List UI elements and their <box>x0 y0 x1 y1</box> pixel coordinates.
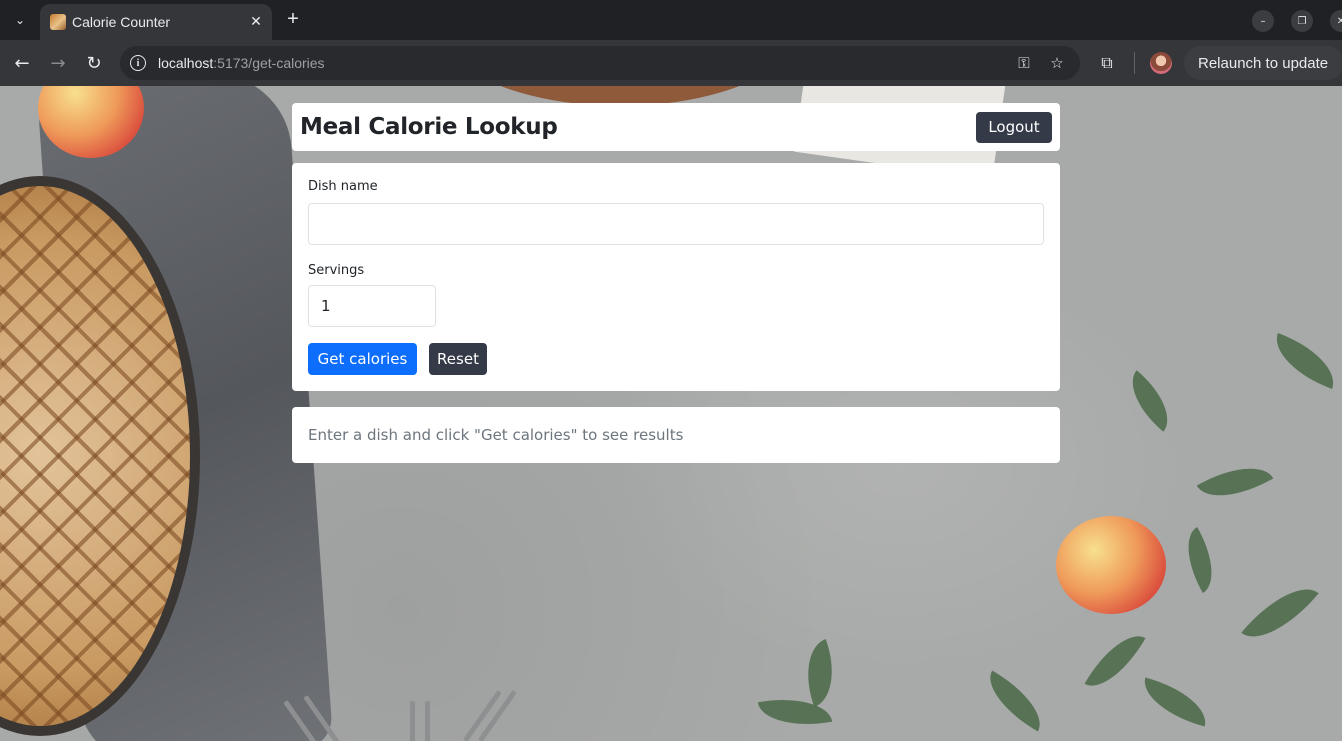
browser-tab-bar: ⌄ Calorie Counter ✕ + – ❐ ✕ <box>0 0 1342 40</box>
password-key-icon[interactable]: ⚿ <box>1015 54 1033 72</box>
url-path: :5173/get-calories <box>213 55 325 71</box>
url-host: localhost <box>158 55 214 71</box>
favicon-icon <box>50 14 66 30</box>
tab-title: Calorie Counter <box>72 14 171 30</box>
background-leaf <box>1117 370 1183 432</box>
tab-close-icon[interactable]: ✕ <box>248 14 264 30</box>
dish-name-label: Dish name <box>308 179 378 194</box>
background-fork <box>425 701 430 741</box>
site-info-icon[interactable]: i <box>130 55 146 71</box>
restore-icon[interactable]: ❐ <box>1291 10 1313 32</box>
background-leaf <box>793 638 847 708</box>
extensions-icon[interactable]: ⧉ <box>1096 52 1118 74</box>
reset-button[interactable]: Reset <box>429 343 487 375</box>
servings-label: Servings <box>308 263 365 278</box>
address-bar[interactable]: i localhost:5173/get-calories ⚿ ☆ <box>120 46 1080 80</box>
logout-button[interactable]: Logout <box>976 111 1052 143</box>
background-leaf <box>1196 450 1274 514</box>
tab-search-icon[interactable]: ⌄ <box>8 8 32 32</box>
background-fork <box>410 701 415 741</box>
new-tab-button[interactable]: + <box>282 8 304 32</box>
background-leaf <box>1137 677 1213 727</box>
background-leaf <box>1241 571 1319 655</box>
minimize-icon[interactable]: – <box>1252 10 1274 32</box>
page-title: Meal Calorie Lookup <box>300 114 558 140</box>
background-leaf <box>1266 333 1342 389</box>
background-leaf <box>1084 623 1146 699</box>
page-viewport: Meal Calorie Lookup Logout Dish name Ser… <box>0 86 1342 741</box>
profile-avatar[interactable] <box>1150 52 1172 74</box>
calorie-form: Dish name Servings Get calories Reset <box>292 163 1060 391</box>
background-leaf <box>977 670 1053 732</box>
toolbar-divider <box>1134 52 1135 74</box>
bookmark-star-icon[interactable]: ☆ <box>1048 54 1066 72</box>
browser-tab[interactable]: Calorie Counter ✕ <box>40 4 272 40</box>
background-leaf <box>1172 527 1228 593</box>
servings-input[interactable] <box>308 285 436 327</box>
forward-icon[interactable]: → <box>46 51 70 75</box>
results-panel: Enter a dish and click "Get calories" to… <box>292 407 1060 463</box>
back-icon[interactable]: ← <box>10 51 34 75</box>
browser-toolbar: ← → ↻ i localhost:5173/get-calories ⚿ ☆ … <box>0 40 1342 86</box>
url-text: localhost:5173/get-calories <box>158 55 325 71</box>
reload-icon[interactable]: ↻ <box>82 51 106 75</box>
results-placeholder: Enter a dish and click "Get calories" to… <box>308 426 684 444</box>
get-calories-button[interactable]: Get calories <box>308 343 417 375</box>
relaunch-button[interactable]: Relaunch to update <box>1184 46 1342 80</box>
dish-name-input[interactable] <box>308 203 1044 245</box>
background-apple <box>1056 516 1166 614</box>
app-header: Meal Calorie Lookup Logout <box>292 103 1060 151</box>
window-close-icon[interactable]: ✕ <box>1330 10 1342 32</box>
